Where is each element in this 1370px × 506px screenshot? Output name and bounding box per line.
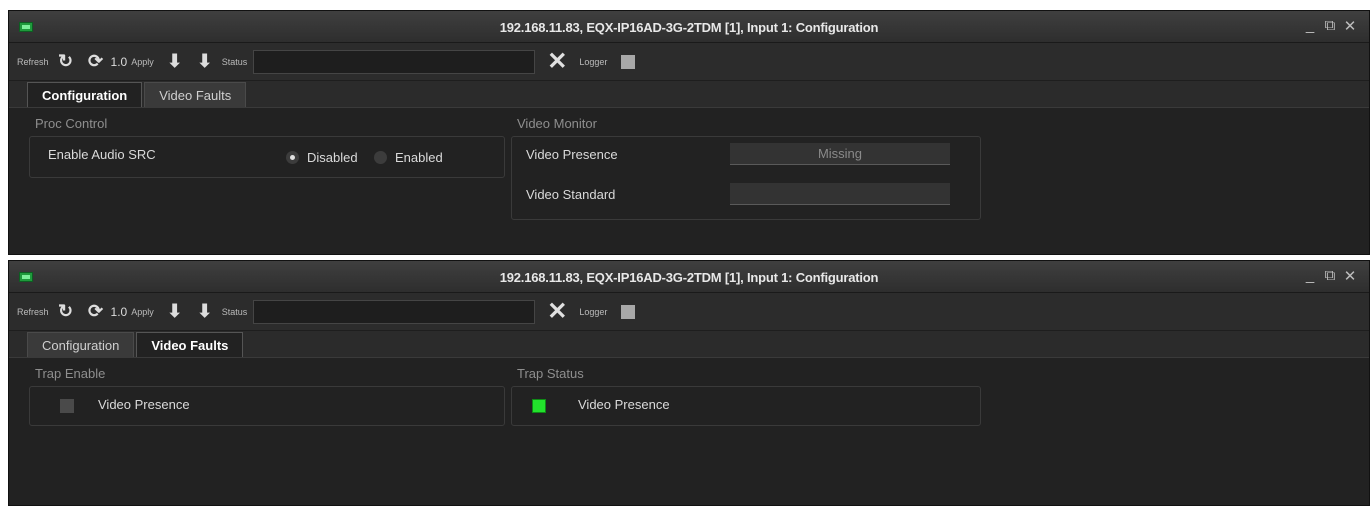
logger-toggle[interactable] xyxy=(621,304,636,319)
apply-label: Apply xyxy=(131,56,154,67)
status-label: Status xyxy=(221,306,248,317)
download-icon[interactable]: ⬇ xyxy=(164,301,186,323)
download-all-icon[interactable]: ⬇ xyxy=(194,301,216,323)
window-controls: _ ⧉ ✕ xyxy=(1303,17,1357,35)
restore-icon[interactable]: ⧉ xyxy=(1323,267,1337,285)
title-bar[interactable]: 192.168.11.83, EQX-IP16AD-3G-2TDM [1], I… xyxy=(9,261,1369,293)
config-window: 192.168.11.83, EQX-IP16AD-3G-2TDM [1], I… xyxy=(8,10,1370,255)
download-all-icon[interactable]: ⬇ xyxy=(194,51,216,73)
video-presence-trap-checkbox[interactable] xyxy=(60,399,74,413)
radio-selected-icon xyxy=(286,151,299,164)
tab-configuration[interactable]: Configuration xyxy=(27,332,135,357)
radio-enabled[interactable]: Enabled xyxy=(374,150,443,165)
refresh-icon[interactable]: ↻ xyxy=(55,301,77,323)
trap-enable-video-presence-label: Video Presence xyxy=(98,397,190,412)
radio-unselected-icon xyxy=(374,151,387,164)
status-field xyxy=(253,49,536,74)
video-presence-led-icon xyxy=(532,399,546,413)
status-label: Status xyxy=(221,56,248,67)
video-presence-label: Video Presence xyxy=(526,147,618,162)
window-title: 192.168.11.83, EQX-IP16AD-3G-2TDM [1], I… xyxy=(499,270,879,285)
minimize-icon[interactable]: _ xyxy=(1303,17,1317,35)
toolbar: Refresh ↻ ⟳ 1.0 Apply ⬇ ⬇ Status ✕ Logge… xyxy=(9,293,1369,331)
refresh-icon[interactable]: ↻ xyxy=(55,51,77,73)
tab-bar: Configuration Video Faults xyxy=(9,81,1369,107)
trap-status-title: Trap Status xyxy=(517,366,584,381)
status-field xyxy=(253,299,536,324)
download-icon[interactable]: ⬇ xyxy=(164,51,186,73)
title-bar[interactable]: 192.168.11.83, EQX-IP16AD-3G-2TDM [1], I… xyxy=(9,11,1369,43)
video-monitor-title: Video Monitor xyxy=(517,116,597,131)
close-icon[interactable]: ✕ xyxy=(1343,267,1357,285)
version-label: 1.0 xyxy=(110,304,128,319)
window-controls: _ ⧉ ✕ xyxy=(1303,267,1357,285)
radio-disabled-label: Disabled xyxy=(307,150,358,165)
toolbar: Refresh ↻ ⟳ 1.0 Apply ⬇ ⬇ Status ✕ Logge… xyxy=(9,43,1369,81)
sync-icon[interactable]: ⟳ xyxy=(85,301,107,323)
proc-control-title: Proc Control xyxy=(35,116,108,131)
window-title: 192.168.11.83, EQX-IP16AD-3G-2TDM [1], I… xyxy=(499,20,879,35)
logger-label: Logger xyxy=(579,56,608,67)
sync-icon[interactable]: ⟳ xyxy=(85,51,107,73)
refresh-label: Refresh xyxy=(17,56,49,67)
radio-enabled-label: Enabled xyxy=(395,150,443,165)
tab-bar: Configuration Video Faults xyxy=(9,331,1369,357)
refresh-label: Refresh xyxy=(17,306,49,317)
minimize-icon[interactable]: _ xyxy=(1303,267,1317,285)
trap-enable-title: Trap Enable xyxy=(35,366,106,381)
tab-video-faults[interactable]: Video Faults xyxy=(144,82,247,107)
video-standard-label: Video Standard xyxy=(526,187,616,202)
tab-content: Proc Control Enable Audio SRC Disabled E… xyxy=(9,107,1369,254)
tab-configuration[interactable]: Configuration xyxy=(27,82,143,107)
restore-icon[interactable]: ⧉ xyxy=(1323,17,1337,35)
faults-window: 192.168.11.83, EQX-IP16AD-3G-2TDM [1], I… xyxy=(8,260,1370,506)
version-label: 1.0 xyxy=(110,54,128,69)
video-presence-value: Missing xyxy=(730,143,950,165)
trap-status-panel: Video Presence xyxy=(511,386,981,426)
logger-toggle[interactable] xyxy=(621,54,636,69)
video-standard-value xyxy=(730,183,950,205)
tab-content: Trap Enable Video Presence Trap Status V… xyxy=(9,357,1369,505)
enable-audio-src-label: Enable Audio SRC xyxy=(48,147,156,162)
close-icon[interactable]: ✕ xyxy=(1343,17,1357,35)
radio-disabled[interactable]: Disabled xyxy=(286,150,358,165)
proc-control-panel: Enable Audio SRC Disabled Enabled xyxy=(29,136,505,178)
tab-video-faults[interactable]: Video Faults xyxy=(136,332,244,357)
video-monitor-panel: Video Presence Missing Video Standard xyxy=(511,136,981,220)
clear-status-icon[interactable]: ✕ xyxy=(547,299,567,324)
trap-status-video-presence-label: Video Presence xyxy=(578,397,670,412)
logger-label: Logger xyxy=(579,306,608,317)
trap-enable-panel: Video Presence xyxy=(29,386,505,426)
clear-status-icon[interactable]: ✕ xyxy=(547,49,567,74)
apply-label: Apply xyxy=(131,306,154,317)
